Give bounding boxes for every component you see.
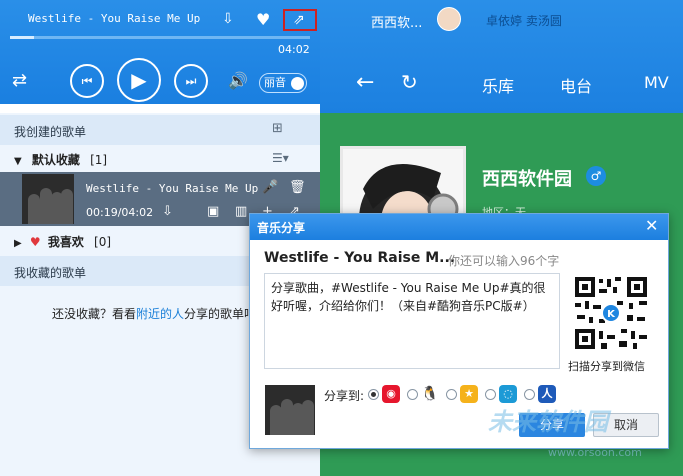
close-icon[interactable]: ✕ [645, 216, 658, 235]
add-playlist-icon[interactable]: ⊞ [272, 121, 283, 136]
sound-effect-label: 丽音 [264, 76, 286, 89]
heart-icon: ♥ [29, 235, 41, 249]
profile-name: 西西软件园 [482, 169, 572, 190]
refresh-icon[interactable]: ↻ [401, 70, 418, 94]
qr-code: K [573, 275, 649, 351]
tab-radio[interactable]: 电台 [560, 73, 592, 97]
download-icon[interactable]: ⇩ [222, 11, 234, 27]
avatar[interactable] [437, 7, 461, 31]
previous-icon: ⏮ [81, 73, 93, 88]
section-title: 我收藏的歌单 [14, 266, 87, 280]
song-row-title: Westlife - You Raise Me Up [86, 182, 259, 195]
radio-renren[interactable] [524, 389, 535, 400]
svg-text:K: K [607, 309, 616, 320]
empty-collection-hint: 还没收藏？看看附近的人分享的歌单吧 [52, 305, 256, 322]
tencent-weibo-icon: ◌ [499, 385, 517, 403]
next-icon: ⏭ [185, 73, 197, 88]
watermark: 未来软件园 [488, 408, 608, 436]
renren-icon: 人 [538, 385, 556, 403]
radio-qq[interactable] [407, 389, 418, 400]
play-mode-icon[interactable]: ⇄ [12, 70, 27, 91]
library-icon[interactable]: ▥ [235, 204, 247, 219]
menu-list-icon[interactable]: ☰▾ [272, 151, 289, 165]
sound-effect-toggle[interactable]: 丽音 [259, 73, 307, 93]
share-text-input[interactable] [264, 273, 560, 369]
volume-icon[interactable]: 🔊 [228, 71, 248, 90]
share-button-highlight[interactable]: ⇗ [283, 9, 317, 31]
tab-library[interactable]: 乐库 [482, 73, 514, 97]
watermark-url: www.orsoon.com [548, 446, 642, 459]
section-title: 我创建的歌单 [14, 125, 87, 139]
qq-penguin-icon: 🐧 [421, 385, 439, 403]
playlist-label: 我喜欢 [47, 235, 84, 249]
progress-track[interactable] [10, 36, 310, 39]
scrolling-song-text: 卓依婷 卖汤圆 [486, 14, 562, 28]
total-time: 04:02 [278, 43, 310, 56]
qzone-star-icon: ★ [460, 385, 478, 403]
hint-text: 还没收藏？看看 [52, 307, 137, 321]
hint-text: 分享的歌单吧 [184, 307, 257, 321]
song-row-time: 00:19/04:02 [86, 206, 154, 219]
radio-tencent-weibo[interactable] [485, 389, 496, 400]
back-arrow-icon[interactable]: ← [356, 70, 374, 95]
download-icon[interactable]: ⇩ [162, 204, 173, 219]
tab-mv[interactable]: MV [644, 73, 669, 92]
toggle-knob [291, 77, 304, 90]
playlist-count: [1] [90, 153, 108, 167]
collapse-arrow-icon: ▼ [14, 156, 22, 167]
playlist-label: 默认收藏 [31, 153, 80, 167]
play-button[interactable]: ▶ [117, 58, 161, 102]
radio-weibo[interactable] [368, 389, 379, 400]
user-name[interactable]: 西西软... [371, 12, 422, 31]
delete-icon[interactable]: 🗑 [289, 180, 306, 195]
mv-icon[interactable]: ▣ [207, 204, 219, 219]
share-icon: ⇗ [293, 12, 305, 28]
previous-button[interactable]: ⏮ [70, 64, 104, 98]
playlist-count: [0] [94, 235, 112, 249]
radio-qzone[interactable] [446, 389, 457, 400]
now-playing-title: Westlife - You Raise Me Up [28, 12, 201, 25]
share-to-label: 分享到: [324, 389, 365, 403]
remaining-chars: 你还可以输入96个字 [448, 254, 560, 268]
qr-label: 扫描分享到微信 [568, 360, 645, 373]
favorite-heart-icon[interactable]: ♥ [256, 10, 270, 29]
nearby-people-link[interactable]: 附近的人 [136, 307, 184, 321]
album-thumbnail [265, 385, 315, 435]
dialog-title: 音乐分享 [257, 221, 306, 235]
album-thumbnail [22, 174, 74, 224]
weibo-icon: ◉ [382, 385, 400, 403]
dialog-song-title: Westlife - You Raise M... [264, 250, 456, 266]
microphone-icon[interactable]: 🎤 [262, 180, 278, 195]
progress-fill [10, 36, 34, 39]
male-icon: ♂ [586, 166, 606, 186]
next-button[interactable]: ⏭ [174, 64, 208, 98]
dialog-titlebar[interactable] [250, 214, 668, 240]
expand-arrow-icon: ▶ [14, 238, 22, 249]
play-icon: ▶ [131, 68, 147, 92]
